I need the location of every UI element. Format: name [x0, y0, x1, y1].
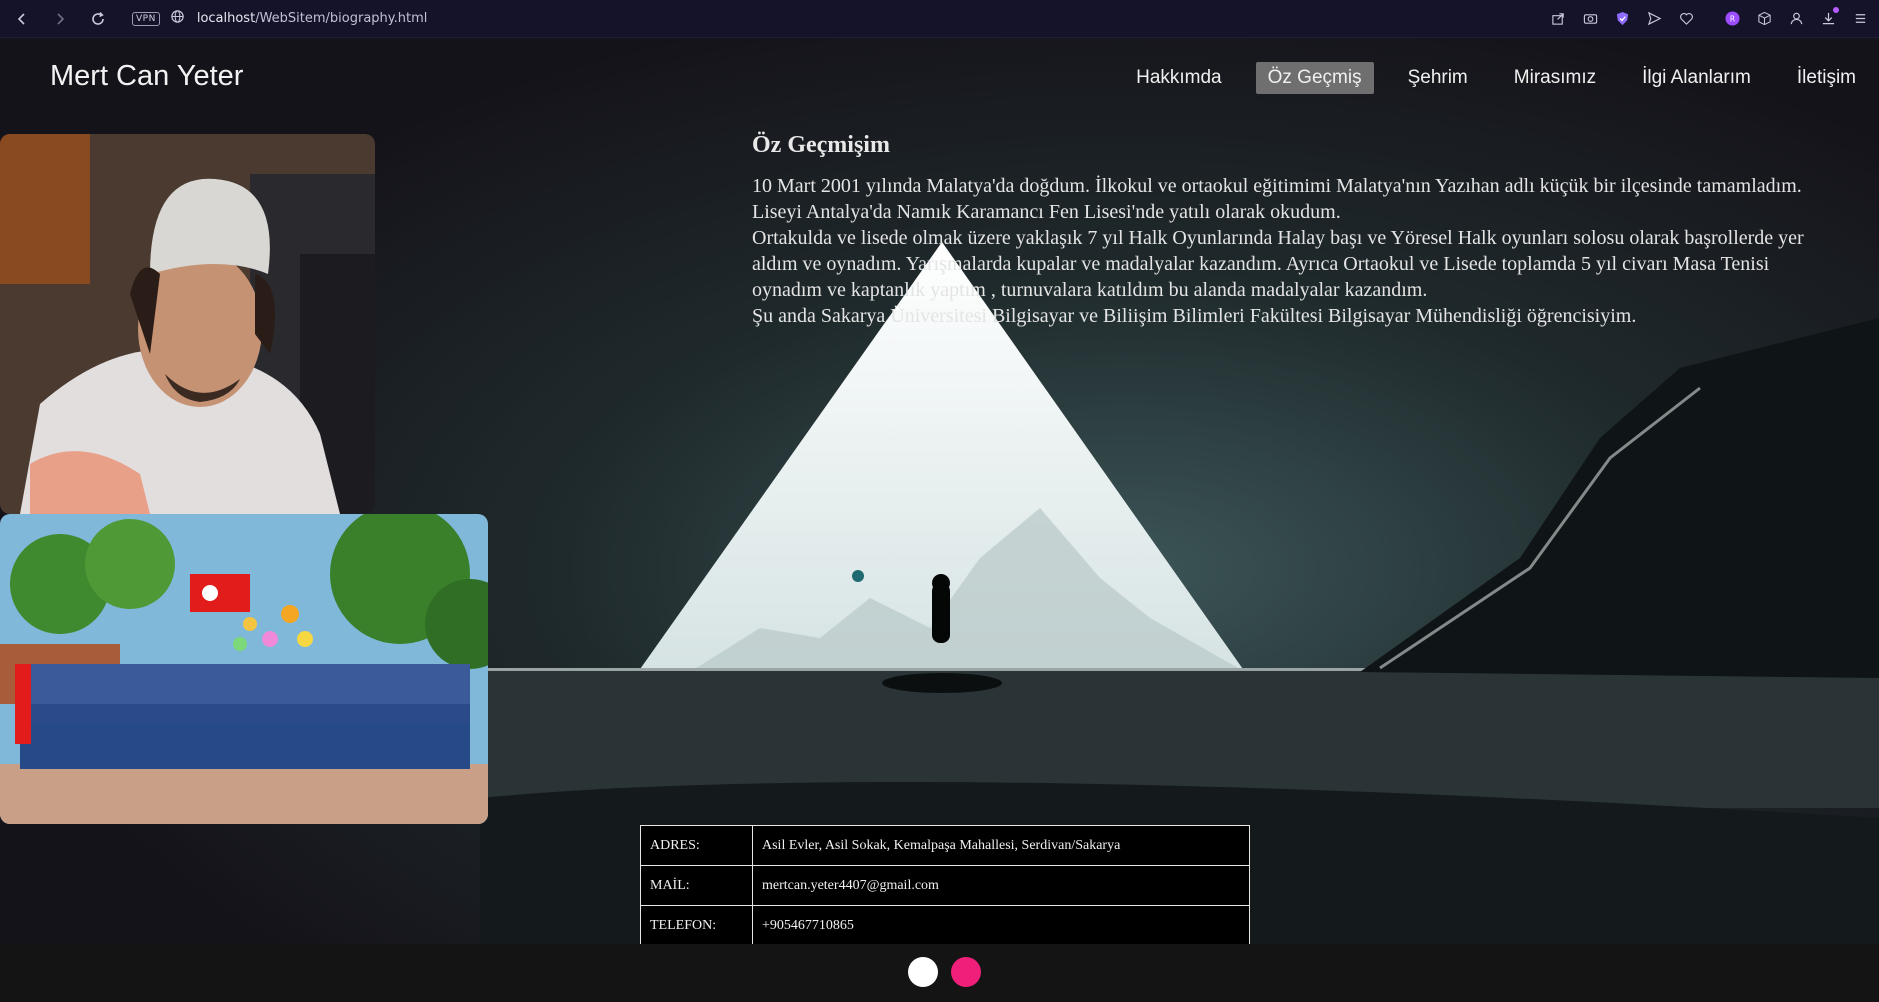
globe-icon[interactable] [170, 9, 185, 29]
share-icon[interactable] [1549, 10, 1567, 28]
biography-paragraph-2: Ortakulda ve lisede olmak üzere yaklaşık… [752, 227, 1804, 301]
contact-table: ADRES: Asil Evler, Asil Sokak, Kemalpaşa… [640, 825, 1250, 946]
svg-text:R: R [1729, 14, 1734, 23]
site-title[interactable]: Mert Can Yeter [50, 60, 243, 93]
nav-item-iletisim[interactable]: İletişim [1785, 62, 1868, 94]
user-icon[interactable] [1787, 10, 1805, 28]
forward-icon[interactable] [48, 7, 72, 31]
reload-icon[interactable] [86, 7, 110, 31]
menu-icon[interactable] [1851, 10, 1869, 28]
biography-heading: Öz Geçmişim [752, 132, 890, 158]
page-footer [0, 944, 1879, 1002]
nav-item-hakkimda[interactable]: Hakkımda [1124, 62, 1234, 94]
biography-paragraph-1: 10 Mart 2001 yılında Malatya'da doğdum. … [752, 175, 1802, 223]
browser-toolbar: VPN localhost/WebSitem/biography.html R [0, 0, 1879, 38]
contact-value-phone[interactable]: +905467710865 [752, 905, 1250, 946]
nav-item-ilgi-alanlarim[interactable]: İlgi Alanlarım [1630, 62, 1763, 94]
nav-item-mirasimiz[interactable]: Mirasımız [1502, 62, 1608, 94]
profile-avatar-icon[interactable]: R [1723, 10, 1741, 28]
heart-icon[interactable] [1677, 10, 1695, 28]
table-row: ADRES: Asil Evler, Asil Sokak, Kemalpaşa… [640, 825, 1250, 866]
main-nav: Hakkımda Öz Geçmiş Şehrim Mirasımız İlgi… [1113, 60, 1879, 96]
contact-value-mail[interactable]: mertcan.yeter4407@gmail.com [752, 865, 1250, 906]
biography-section: Öz Geçmişim 10 Mart 2001 yılında Malatya… [752, 132, 1842, 329]
contact-key-address: ADRES: [640, 825, 753, 866]
nav-item-oz-gecmis[interactable]: Öz Geçmiş [1255, 62, 1374, 94]
address-bar[interactable]: localhost/WebSitem/biography.html [197, 11, 428, 26]
url-path: /WebSitem/biography.html [255, 11, 428, 26]
contact-key-phone: TELEFON: [640, 905, 753, 946]
url-host: localhost [196, 11, 256, 26]
web-page: Mert Can Yeter Hakkımda Öz Geçmiş Şehrim… [0, 38, 1879, 1002]
notification-dot [1833, 6, 1839, 13]
portrait-photo [0, 134, 375, 514]
contact-value-address: Asil Evler, Asil Sokak, Kemalpaşa Mahall… [752, 825, 1250, 866]
send-icon[interactable] [1645, 10, 1663, 28]
vpn-badge[interactable]: VPN [132, 11, 160, 26]
camera-icon[interactable] [1581, 10, 1599, 28]
footer-circle-white[interactable] [908, 957, 938, 987]
cube-icon[interactable] [1755, 10, 1773, 28]
nav-item-sehrim[interactable]: Şehrim [1396, 62, 1480, 94]
table-row: TELEFON: +905467710865 [640, 905, 1250, 946]
folk-dance-group-photo [0, 514, 488, 824]
biography-paragraph-3: Şu anda Sakarya Üniversitesi Bilgisayar … [752, 305, 1637, 327]
contact-key-mail: MAİL: [640, 865, 753, 906]
download-icon[interactable] [1819, 6, 1839, 28]
back-icon[interactable] [10, 7, 34, 31]
footer-circle-pink[interactable] [951, 957, 981, 987]
table-row: MAİL: mertcan.yeter4407@gmail.com [640, 865, 1250, 906]
shield-icon[interactable] [1613, 10, 1631, 28]
